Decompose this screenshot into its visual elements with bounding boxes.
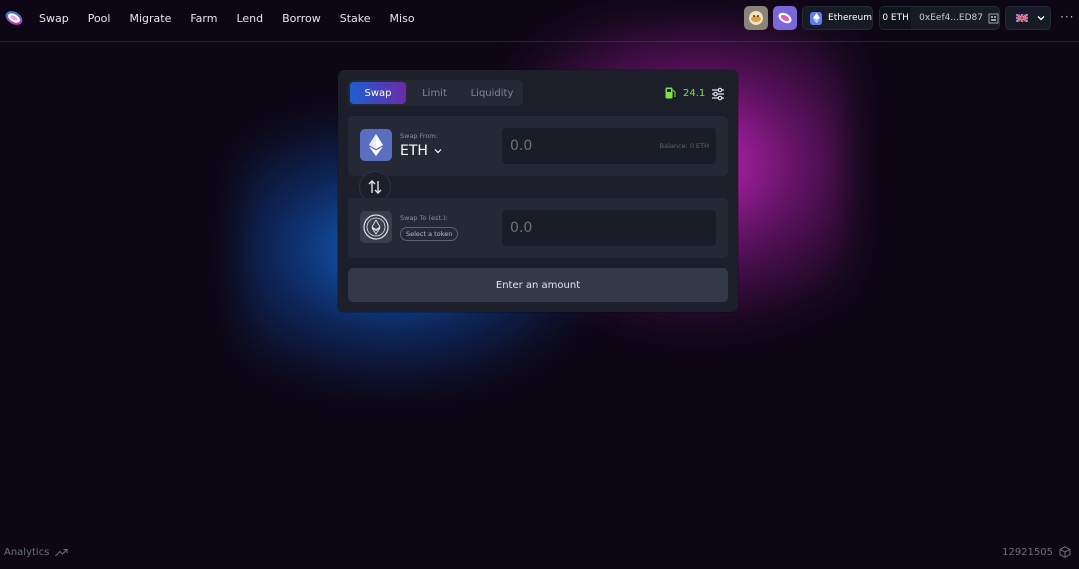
to-amount-box (502, 210, 716, 246)
from-balance: Balance: 0 ETH (659, 142, 709, 150)
from-amount-input[interactable] (510, 137, 650, 155)
nav-item-pool[interactable]: Pool (88, 12, 111, 25)
from-amount-box: Balance: 0 ETH (502, 128, 716, 164)
select-token-button[interactable]: Select a token (400, 227, 459, 241)
nav-item-farm[interactable]: Farm (190, 12, 217, 25)
swap-card: Swap Limit Liquidity 24.1 Swap From: ETH… (338, 70, 738, 312)
nav-item-lend[interactable]: Lend (236, 12, 263, 25)
from-token-selector[interactable]: ETH (400, 143, 442, 159)
xsushi-icon (749, 11, 763, 25)
account-avatar-icon (988, 13, 999, 24)
sushi-token-button[interactable] (773, 6, 797, 30)
nav-item-miso[interactable]: Miso (390, 12, 415, 25)
chevron-down-icon (1037, 16, 1045, 21)
gas-price-indicator: 24.1 (665, 87, 705, 99)
settings-button[interactable] (711, 86, 725, 101)
analytics-link[interactable]: Analytics (4, 547, 68, 558)
ethereum-network-icon (810, 11, 823, 25)
eth-token-icon[interactable] (360, 129, 392, 161)
chevron-down-icon (434, 149, 442, 154)
account-address: 0xEef4...ED87 (919, 13, 983, 23)
nav-item-borrow[interactable]: Borrow (282, 12, 321, 25)
gas-price-value: 24.1 (683, 87, 706, 99)
uk-flag-icon (1016, 14, 1028, 22)
language-selector[interactable] (1005, 6, 1051, 30)
network-label: Ethereum (828, 13, 872, 23)
tab-liquidity[interactable]: Liquidity (463, 82, 521, 104)
cube-icon (1059, 546, 1071, 558)
block-number-indicator[interactable]: 12921505 (1002, 546, 1071, 558)
to-amount-input[interactable] (510, 219, 650, 237)
swap-tabs: Swap Limit Liquidity (348, 80, 523, 106)
sliders-icon (712, 87, 724, 101)
trending-up-icon (55, 548, 68, 557)
unknown-token-icon[interactable] (360, 211, 392, 243)
from-token-symbol: ETH (400, 143, 428, 159)
account-widget[interactable]: 0 ETH 0xEef4...ED87 (879, 6, 1000, 30)
xsushi-token-button[interactable] (744, 6, 768, 30)
swap-from-panel: Swap From: ETH Balance: 0 ETH (348, 116, 728, 176)
swap-to-panel: Swap To (est.): Select a token (348, 198, 728, 258)
block-number: 12921505 (1002, 546, 1053, 558)
swap-to-label: Swap To (est.): (400, 214, 448, 222)
eth-balance: 0 ETH (880, 7, 912, 29)
top-navbar: Swap Pool Migrate Farm Lend Borrow Stake… (0, 0, 1079, 42)
enter-amount-button[interactable]: Enter an amount (348, 268, 728, 302)
swap-arrows-icon (368, 180, 382, 194)
more-menu-button[interactable]: ··· (1060, 10, 1074, 24)
sushi-logo-icon[interactable] (4, 8, 24, 28)
main-nav: Swap Pool Migrate Farm Lend Borrow Stake… (39, 0, 434, 36)
network-selector[interactable]: Ethereum (802, 6, 873, 30)
nav-item-migrate[interactable]: Migrate (129, 12, 171, 25)
nav-item-stake[interactable]: Stake (340, 12, 371, 25)
analytics-label: Analytics (4, 547, 50, 558)
swap-from-label: Swap From: (400, 132, 438, 140)
gas-pump-icon (665, 87, 676, 99)
tab-limit[interactable]: Limit (406, 82, 463, 104)
sushi-icon (778, 12, 792, 24)
nav-item-swap[interactable]: Swap (39, 12, 69, 25)
tab-swap[interactable]: Swap (350, 82, 406, 104)
